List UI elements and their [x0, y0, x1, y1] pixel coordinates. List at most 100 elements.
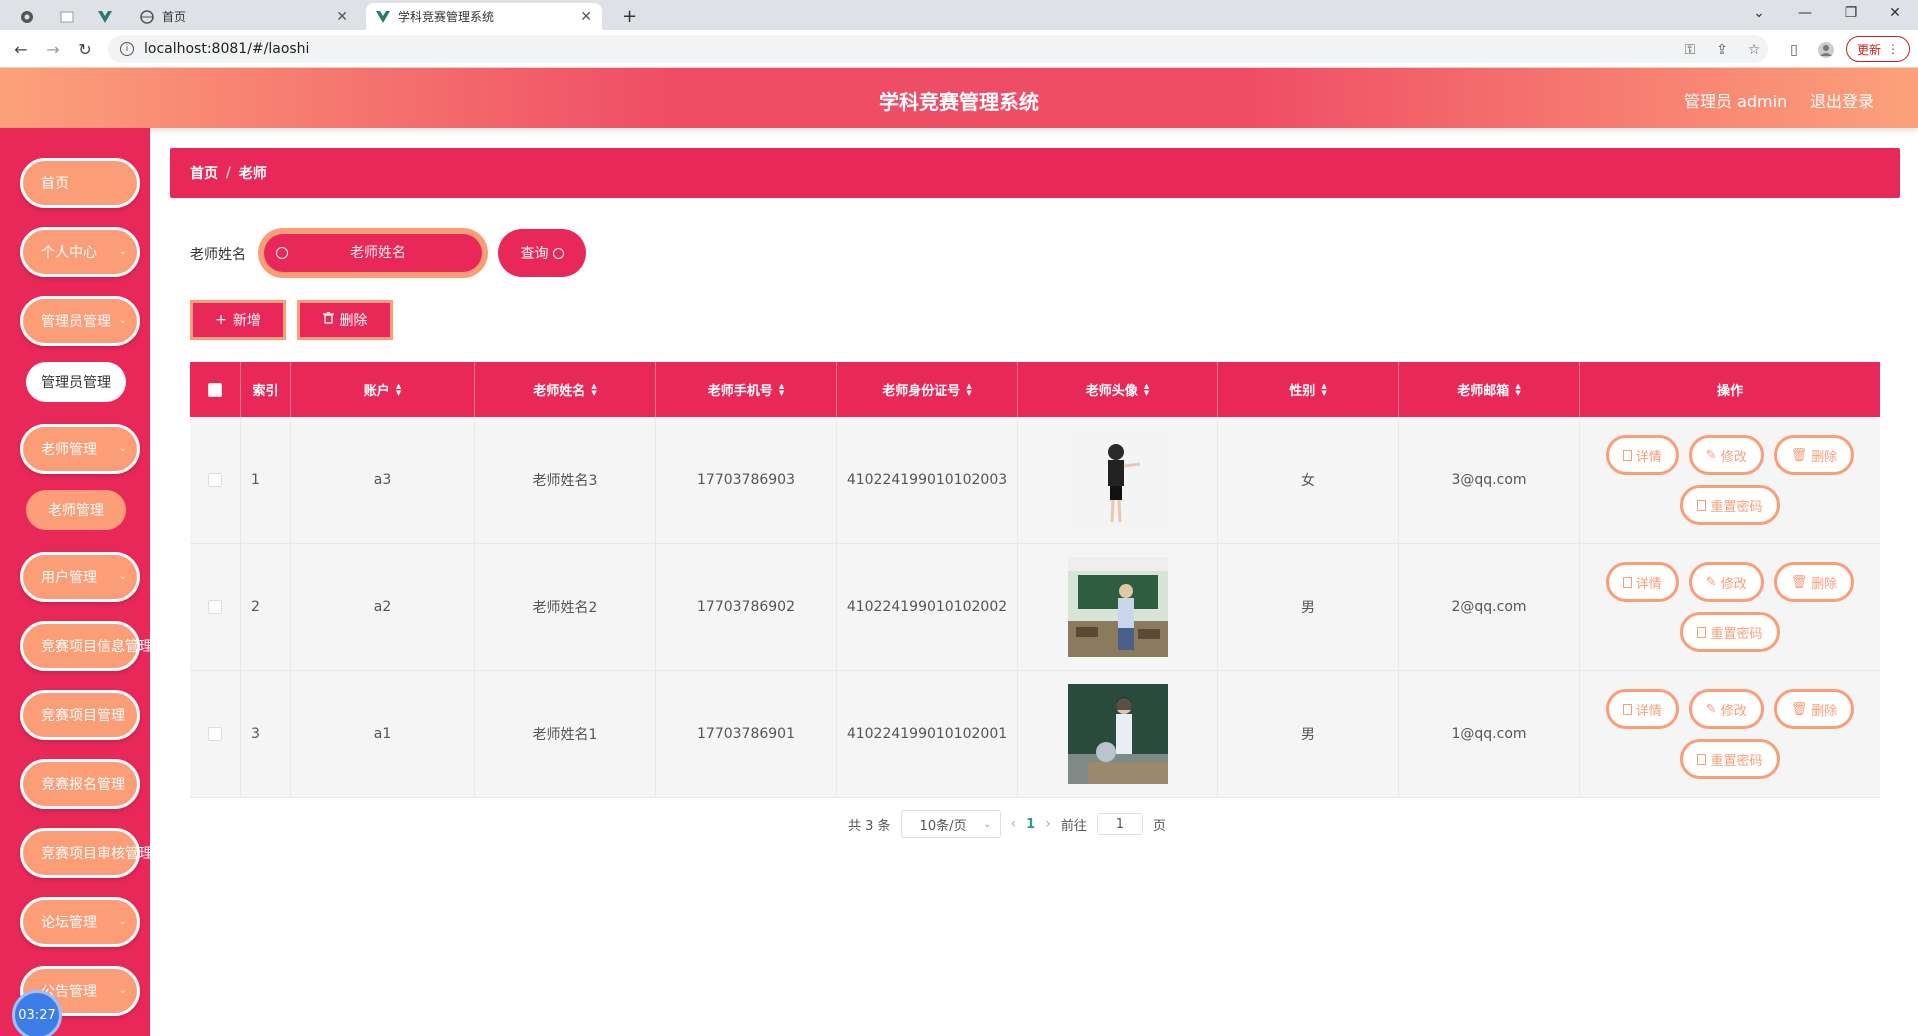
logout-link[interactable]: 退出登录: [1810, 88, 1874, 112]
sidebar-item-user[interactable]: 用户管理 ⌄: [20, 552, 140, 602]
browser-address-bar: ← → ↻ i localhost:8081/#/laoshi ⚿ ⇪ ☆ ▯ …: [0, 30, 1918, 68]
header-account[interactable]: 账户 ▲ ▼: [291, 362, 475, 417]
submenu-teacher-manage[interactable]: 老师管理: [26, 490, 126, 530]
header-label: 老师头像: [1085, 384, 1138, 399]
reload-icon[interactable]: ↻: [74, 38, 96, 60]
search-input[interactable]: [288, 245, 468, 261]
sidebar-item-teacher[interactable]: 老师管理 ⌄: [20, 424, 140, 474]
sort-icon[interactable]: ▲ ▼: [1144, 382, 1149, 397]
delete-label: 删除: [339, 313, 368, 329]
sidebar-item-label: 管理员管理: [41, 314, 111, 330]
row-checkbox[interactable]: [208, 473, 222, 487]
row-delete-button[interactable]: 🗑 删除: [1773, 435, 1855, 475]
forward-icon[interactable]: →: [42, 38, 64, 60]
reset-password-button[interactable]: 重置密码: [1680, 612, 1780, 652]
sidebar-item-forum[interactable]: 论坛管理 ⌄: [20, 897, 140, 947]
prev-page-icon[interactable]: ‹: [1011, 816, 1017, 832]
query-button[interactable]: 查询: [498, 229, 586, 277]
detail-button[interactable]: 详情: [1605, 689, 1679, 729]
delete-label: 删除: [1811, 703, 1838, 719]
new-tab-button[interactable]: +: [612, 3, 642, 30]
submenu-admin-manage[interactable]: 管理员管理: [26, 362, 126, 402]
header-email[interactable]: 老师邮箱 ▲ ▼: [1399, 362, 1580, 417]
cell-gender: 男: [1218, 671, 1399, 797]
cell-gender: 男: [1218, 544, 1399, 670]
teacher-avatar-image[interactable]: [1067, 557, 1168, 657]
reset-password-button[interactable]: 重置密码: [1680, 739, 1780, 779]
teacher-avatar-image[interactable]: [1067, 430, 1168, 530]
vue-tab-icon[interactable]: [88, 4, 122, 30]
add-button[interactable]: + 新增: [190, 300, 286, 340]
chevron-down-icon: ⌄: [118, 443, 127, 454]
pinned-tab-icon[interactable]: [10, 4, 44, 30]
breadcrumb-home[interactable]: 首页: [190, 163, 218, 183]
header-index: 索引: [241, 362, 291, 417]
submenu-label: 老师管理: [48, 503, 104, 519]
pinned-tab-icon[interactable]: [50, 4, 84, 30]
profile-icon[interactable]: [1816, 40, 1836, 60]
back-icon[interactable]: ←: [10, 38, 32, 60]
row-delete-button[interactable]: 🗑 删除: [1773, 562, 1855, 602]
page-number-current[interactable]: 1: [1026, 817, 1035, 832]
select-all-checkbox[interactable]: [208, 382, 222, 397]
close-icon[interactable]: ✕: [336, 9, 348, 25]
detail-button[interactable]: 详情: [1605, 562, 1679, 602]
header-select-all[interactable]: [190, 362, 241, 417]
header-avatar[interactable]: 老师头像 ▲ ▼: [1018, 362, 1218, 417]
goto-page-input[interactable]: 1: [1096, 813, 1143, 835]
sort-icon[interactable]: ▲ ▼: [591, 382, 596, 397]
sort-icon[interactable]: ▲ ▼: [1515, 382, 1520, 397]
sort-icon[interactable]: ▲ ▼: [396, 382, 401, 397]
edit-button[interactable]: ✎ 修改: [1688, 689, 1764, 729]
table-row: 2 a2 老师姓名2 17703786902 41022419901010200…: [190, 544, 1880, 671]
next-page-icon[interactable]: ›: [1045, 816, 1051, 832]
header-phone[interactable]: 老师手机号 ▲ ▼: [656, 362, 837, 417]
share-icon[interactable]: ⇪: [1712, 40, 1732, 60]
row-delete-button[interactable]: 🗑 删除: [1773, 689, 1855, 729]
minimize-icon[interactable]: —: [1782, 0, 1828, 26]
row-checkbox[interactable]: [208, 727, 222, 741]
reset-password-button[interactable]: 重置密码: [1680, 485, 1780, 525]
cell-avatar: [1018, 544, 1218, 670]
chevron-down-icon[interactable]: ⌄: [1736, 0, 1782, 26]
key-icon[interactable]: ⚿: [1680, 40, 1700, 60]
sidebar-item-contest-info[interactable]: 竞赛项目信息管理: [20, 621, 150, 671]
sidebar-item-home[interactable]: 首页: [20, 158, 140, 208]
vue-icon: [376, 10, 390, 24]
sidebar-item-profile[interactable]: 个人中心 ⌄: [20, 227, 140, 277]
tab-home[interactable]: 首页 ✕: [130, 3, 358, 30]
url-bar[interactable]: i localhost:8081/#/laoshi: [108, 35, 1768, 63]
delete-button[interactable]: 删除: [297, 300, 393, 340]
tab-active[interactable]: 学科竞赛管理系统 ✕: [366, 3, 602, 30]
row-select[interactable]: [190, 417, 241, 543]
sidebar-item-contest-review[interactable]: 竞赛项目审核管理: [20, 828, 150, 878]
sort-icon[interactable]: ▲ ▼: [1321, 382, 1326, 397]
restore-icon[interactable]: ❐: [1828, 0, 1874, 26]
sort-icon[interactable]: ▲ ▼: [779, 382, 784, 397]
teacher-avatar-image[interactable]: [1067, 684, 1168, 784]
close-icon[interactable]: ✕: [580, 9, 592, 25]
row-select[interactable]: [190, 671, 241, 797]
sidebar-item-admin[interactable]: 管理员管理 ⌄: [20, 296, 140, 346]
page-size-select[interactable]: 10条/页 ⌄: [900, 810, 1001, 838]
sidebar-item-contest-project[interactable]: 竞赛项目管理: [20, 690, 140, 740]
update-button[interactable]: 更新 ⋮: [1846, 36, 1910, 62]
sort-icon[interactable]: ▲ ▼: [966, 382, 971, 397]
detail-button[interactable]: 详情: [1605, 435, 1679, 475]
header-id-card[interactable]: 老师身份证号 ▲ ▼: [837, 362, 1018, 417]
edit-button[interactable]: ✎ 修改: [1688, 435, 1764, 475]
app-title: 学科竞赛管理系统: [879, 90, 1039, 114]
search-label: 老师姓名: [190, 247, 246, 263]
edit-button[interactable]: ✎ 修改: [1688, 562, 1764, 602]
sidepanel-icon[interactable]: ▯: [1784, 40, 1804, 60]
info-icon: i: [120, 42, 134, 56]
close-window-icon[interactable]: ✕: [1872, 0, 1918, 26]
cell-email: 1@qq.com: [1399, 671, 1580, 797]
header-name[interactable]: 老师姓名 ▲ ▼: [475, 362, 656, 417]
header-gender[interactable]: 性别 ▲ ▼: [1218, 362, 1399, 417]
sidebar-item-contest-signup[interactable]: 竞赛报名管理: [20, 759, 140, 809]
cell-account: a1: [291, 671, 475, 797]
row-checkbox[interactable]: [208, 600, 222, 614]
star-icon[interactable]: ☆: [1744, 40, 1764, 60]
row-select[interactable]: [190, 544, 241, 670]
